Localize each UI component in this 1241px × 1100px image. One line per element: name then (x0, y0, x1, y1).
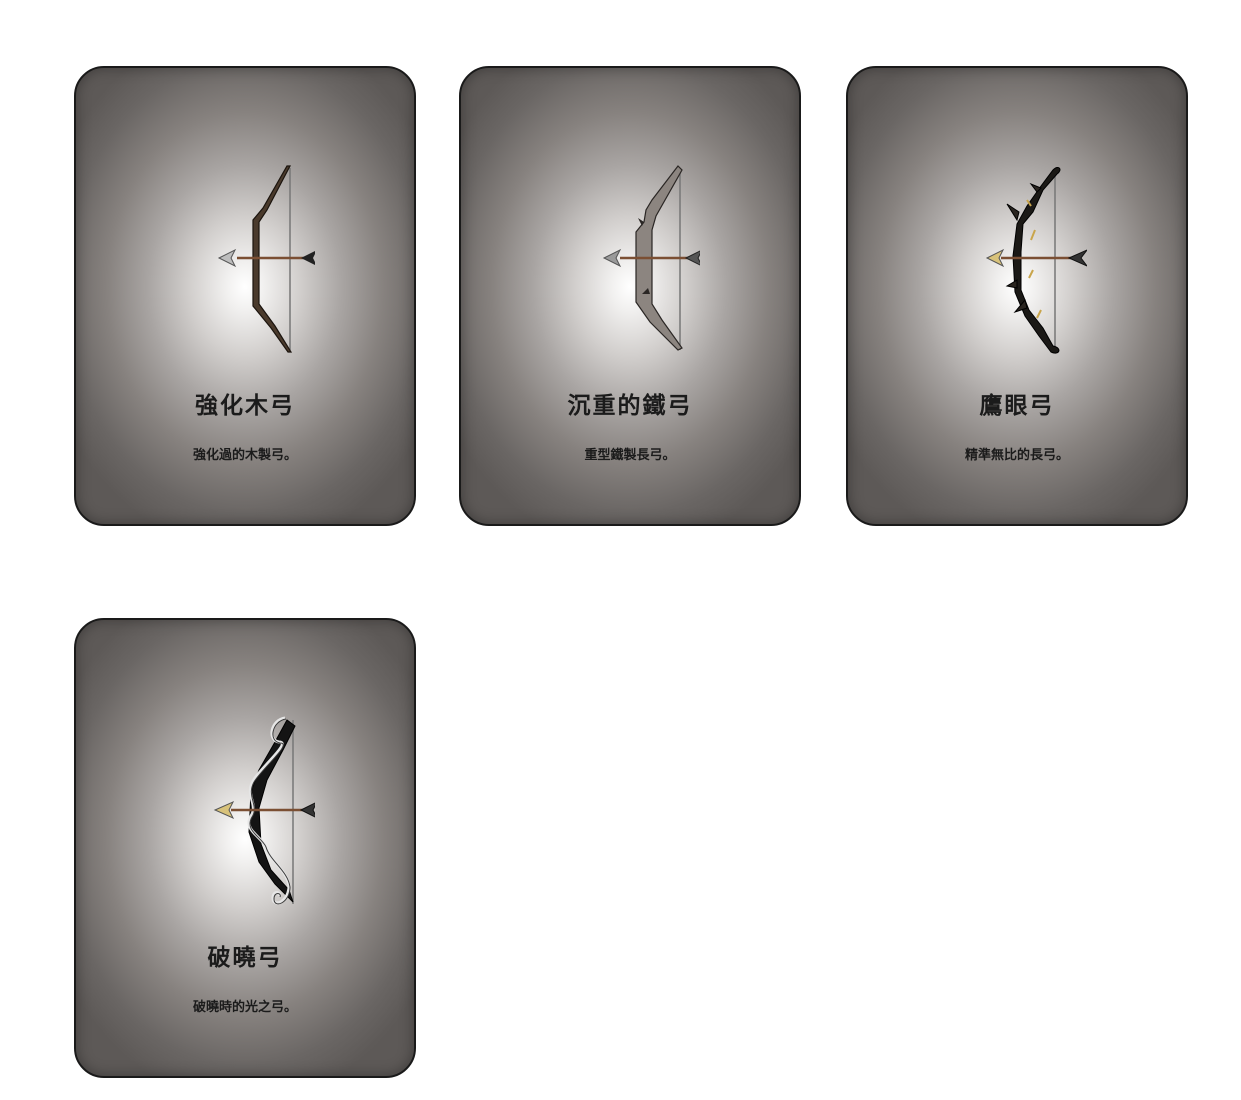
wooden-bow-icon (217, 165, 315, 353)
item-card-hawkeye-bow[interactable]: 鷹眼弓 精準無比的長弓。 (846, 66, 1188, 526)
item-description: 精準無比的長弓。 (964, 448, 1069, 463)
item-description: 強化過的木製弓。 (192, 448, 297, 463)
iron-bow-icon (602, 165, 700, 351)
item-name: 鷹眼弓 (979, 392, 1055, 419)
item-name: 沉重的鐵弓 (567, 392, 693, 419)
item-description: 重型鐵製長弓。 (584, 448, 676, 463)
dawn-bow-icon (213, 716, 315, 905)
hawkeye-bow-icon (985, 167, 1087, 354)
item-name: 強化木弓 (195, 392, 295, 419)
item-card-heavy-iron-bow[interactable]: 沉重的鐵弓 重型鐵製長弓。 (459, 66, 801, 526)
item-name: 破曉弓 (207, 944, 283, 971)
item-card-dawn-bow[interactable]: 破曉弓 破曉時的光之弓。 (74, 618, 416, 1078)
item-description: 破曉時的光之弓。 (192, 1000, 297, 1015)
item-card-reinforced-wooden-bow[interactable]: 強化木弓 強化過的木製弓。 (74, 66, 416, 526)
